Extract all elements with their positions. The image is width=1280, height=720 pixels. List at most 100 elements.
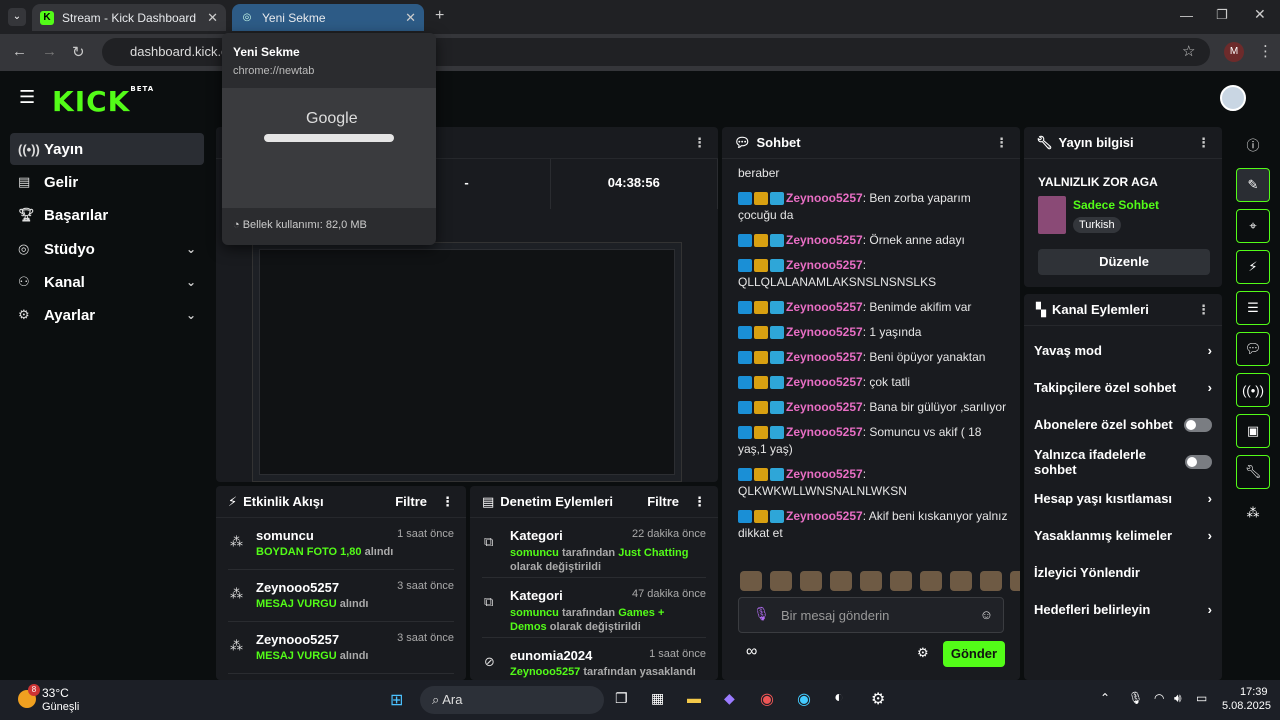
menu-dots-icon[interactable]: ⋮ xyxy=(693,494,706,510)
chrome-profile-icon[interactable]: ◉ xyxy=(797,689,811,709)
copilot-icon[interactable]: ◆ xyxy=(724,690,735,707)
chrome-icon[interactable]: ◉ xyxy=(760,689,774,709)
taskview-icon[interactable]: ❐ xyxy=(615,690,628,707)
tab-search-button[interactable]: ⌄ xyxy=(8,8,26,26)
tray-chevron-icon[interactable]: ⌃ xyxy=(1100,691,1110,705)
emote-icon[interactable] xyxy=(770,571,792,591)
filter-button[interactable]: Filtre xyxy=(395,494,427,509)
tab-new-tab[interactable]: ◎ Yeni Sekme ✕ xyxy=(232,4,424,31)
emote-icon[interactable] xyxy=(890,571,912,591)
emote-icon[interactable] xyxy=(830,571,852,591)
action-banned-words[interactable]: Yasaklanmış kelimeler › xyxy=(1024,517,1222,554)
action-raid[interactable]: İzleyici Yönlendir xyxy=(1024,554,1222,591)
sidebar-item-studyo[interactable]: ◎ Stüdyo ⌄ xyxy=(10,233,204,265)
reload-icon[interactable]: ↻ xyxy=(72,43,85,61)
emote-icon[interactable] xyxy=(980,571,1002,591)
clock-date[interactable]: 5.08.2025 xyxy=(1222,700,1271,712)
menu-dots-icon[interactable]: ⋮ xyxy=(441,494,454,510)
info-icon[interactable]: ⓘ xyxy=(1236,127,1270,161)
user-avatar[interactable] xyxy=(1220,85,1246,111)
toggle-switch[interactable] xyxy=(1185,454,1212,469)
sidebar-item-basarilar[interactable]: 🏆︎ Başarılar xyxy=(10,199,204,231)
action-slow-mode[interactable]: Yavaş mod › xyxy=(1024,332,1222,369)
action-followers-only[interactable]: Takipçilere özel sohbet › xyxy=(1024,369,1222,406)
emote-bar xyxy=(740,571,1020,591)
emote-icon[interactable] xyxy=(920,571,942,591)
taskbar-search[interactable]: ⌕ Ara xyxy=(420,686,604,714)
filter-button[interactable]: Filtre xyxy=(647,494,679,509)
temperature: 33°C xyxy=(42,686,69,700)
chat-icon[interactable]: 💬︎ xyxy=(1236,332,1270,366)
profile-avatar[interactable]: M xyxy=(1224,42,1244,62)
send-button[interactable]: Gönder xyxy=(943,641,1005,667)
kick-logo[interactable]: KICKBETA xyxy=(52,85,154,118)
sidebar-item-gelir[interactable]: ▤ Gelir xyxy=(10,166,204,198)
share-icon[interactable]: ⁂ xyxy=(1236,496,1270,530)
user-icon: ⁂ xyxy=(230,534,243,549)
pencil-icon[interactable]: ✎ xyxy=(1236,168,1270,202)
menu-dots-icon[interactable]: ⋮ xyxy=(1197,302,1210,318)
video-icon[interactable]: ▣ xyxy=(1236,414,1270,448)
sidebar-item-ayarlar[interactable]: ⚙ Ayarlar ⌄ xyxy=(10,299,204,331)
hamburger-menu-icon[interactable]: ☰ xyxy=(19,87,35,108)
tab-kick-dashboard[interactable]: K Stream - Kick Dashboard ✕ xyxy=(32,4,226,31)
minimize-icon[interactable]: — xyxy=(1180,8,1193,23)
capture-icon[interactable]: ⌖ xyxy=(1236,209,1270,243)
action-set-goals[interactable]: Hedefleri belirleyin › xyxy=(1024,591,1222,628)
battery-icon[interactable]: ▭ xyxy=(1196,691,1207,705)
wrench-icon[interactable]: 🔧︎ xyxy=(1236,455,1270,489)
lightning-icon[interactable]: ⚡︎ xyxy=(1236,250,1270,284)
emoji-icon[interactable]: ☺ xyxy=(980,607,993,622)
chat-input[interactable]: 🎙︎ Bir mesaj gönderin ☺ xyxy=(738,597,1004,633)
clock-time[interactable]: 17:39 xyxy=(1240,686,1268,698)
file-explorer-icon[interactable]: ▬ xyxy=(687,690,701,706)
menu-dots-icon[interactable]: ⋮ xyxy=(1197,135,1210,151)
sidebar-item-yayin[interactable]: ((•)) Yayın xyxy=(10,133,204,165)
chat-message: Zeynooo5257: Somuncu vs akif ( 18 yaş,1 … xyxy=(738,425,982,456)
emote-icon[interactable] xyxy=(860,571,882,591)
store-icon[interactable]: ▦ xyxy=(651,690,664,707)
toggle-switch[interactable] xyxy=(1184,417,1212,432)
action-emotes-only[interactable]: Yalnızca ifadelerle sohbet xyxy=(1024,443,1222,480)
stream-preview-video[interactable] xyxy=(252,242,682,482)
maximize-icon[interactable]: ❐ xyxy=(1216,7,1228,23)
notes-icon[interactable]: ☰ xyxy=(1236,291,1270,325)
bookmark-star-icon[interactable]: ☆ xyxy=(1182,42,1195,60)
actions-header: ▚ Kanal Eylemleri ⋮ xyxy=(1024,294,1222,326)
chrome-favicon-icon: ◎ xyxy=(242,12,252,23)
volume-icon[interactable]: 🔊︎ xyxy=(1174,691,1182,706)
new-tab-plus-icon[interactable]: + xyxy=(435,7,444,25)
infinity-icon[interactable]: ∞ xyxy=(746,643,757,661)
broadcast-icon[interactable]: ((•)) xyxy=(1236,373,1270,407)
wifi-icon[interactable]: ◠ xyxy=(1154,691,1164,705)
menu-dots-icon[interactable]: ⋮ xyxy=(1258,42,1273,60)
forward-arrow-icon[interactable]: → xyxy=(42,43,57,60)
emote-icon[interactable] xyxy=(950,571,972,591)
edit-button[interactable]: Düzenle xyxy=(1038,249,1210,275)
close-tab-icon[interactable]: ✕ xyxy=(405,10,416,26)
back-arrow-icon[interactable]: ← xyxy=(12,43,27,60)
windows-start-icon[interactable]: ⊞ xyxy=(390,690,403,710)
sidebar-label: Ayarlar xyxy=(44,306,96,324)
action-subscribers-only[interactable]: Abonelere özel sohbet xyxy=(1024,406,1222,443)
obs-icon[interactable]: ◐ xyxy=(834,689,844,707)
menu-dots-icon[interactable]: ⋮ xyxy=(693,135,706,151)
sidebar-label: Kanal xyxy=(44,273,85,291)
emote-icon[interactable] xyxy=(800,571,822,591)
chat-header: 💬︎ Sohbet ⋮ xyxy=(722,127,1020,159)
action-account-age[interactable]: Hesap yaşı kısıtlaması › xyxy=(1024,480,1222,517)
emote-icon[interactable] xyxy=(1010,571,1020,591)
sidebar-item-kanal[interactable]: ⚇ Kanal ⌄ xyxy=(10,266,204,298)
windows-taskbar: 8 33°C Güneşli ⊞ ⌕ Ara ❐ ▦ ▬ ◆ ◉ ◉ ◐ ⚙ ⌃… xyxy=(0,680,1280,720)
menu-dots-icon[interactable]: ⋮ xyxy=(995,135,1008,151)
chat-settings-gear-icon[interactable]: ⚙ xyxy=(917,645,929,661)
category-link[interactable]: Sadece Sohbet xyxy=(1073,198,1159,212)
lightning-icon: ⚡︎ xyxy=(228,493,238,509)
microphone-icon[interactable]: 🎙︎ xyxy=(753,606,770,622)
microphone-icon[interactable]: 🎙︎ xyxy=(1128,691,1143,705)
close-window-icon[interactable]: ✕ xyxy=(1254,6,1266,23)
hover-url: chrome://newtab xyxy=(233,65,315,77)
close-tab-icon[interactable]: ✕ xyxy=(207,10,218,26)
settings-gear-icon[interactable]: ⚙ xyxy=(871,689,885,709)
emote-icon[interactable] xyxy=(740,571,762,591)
